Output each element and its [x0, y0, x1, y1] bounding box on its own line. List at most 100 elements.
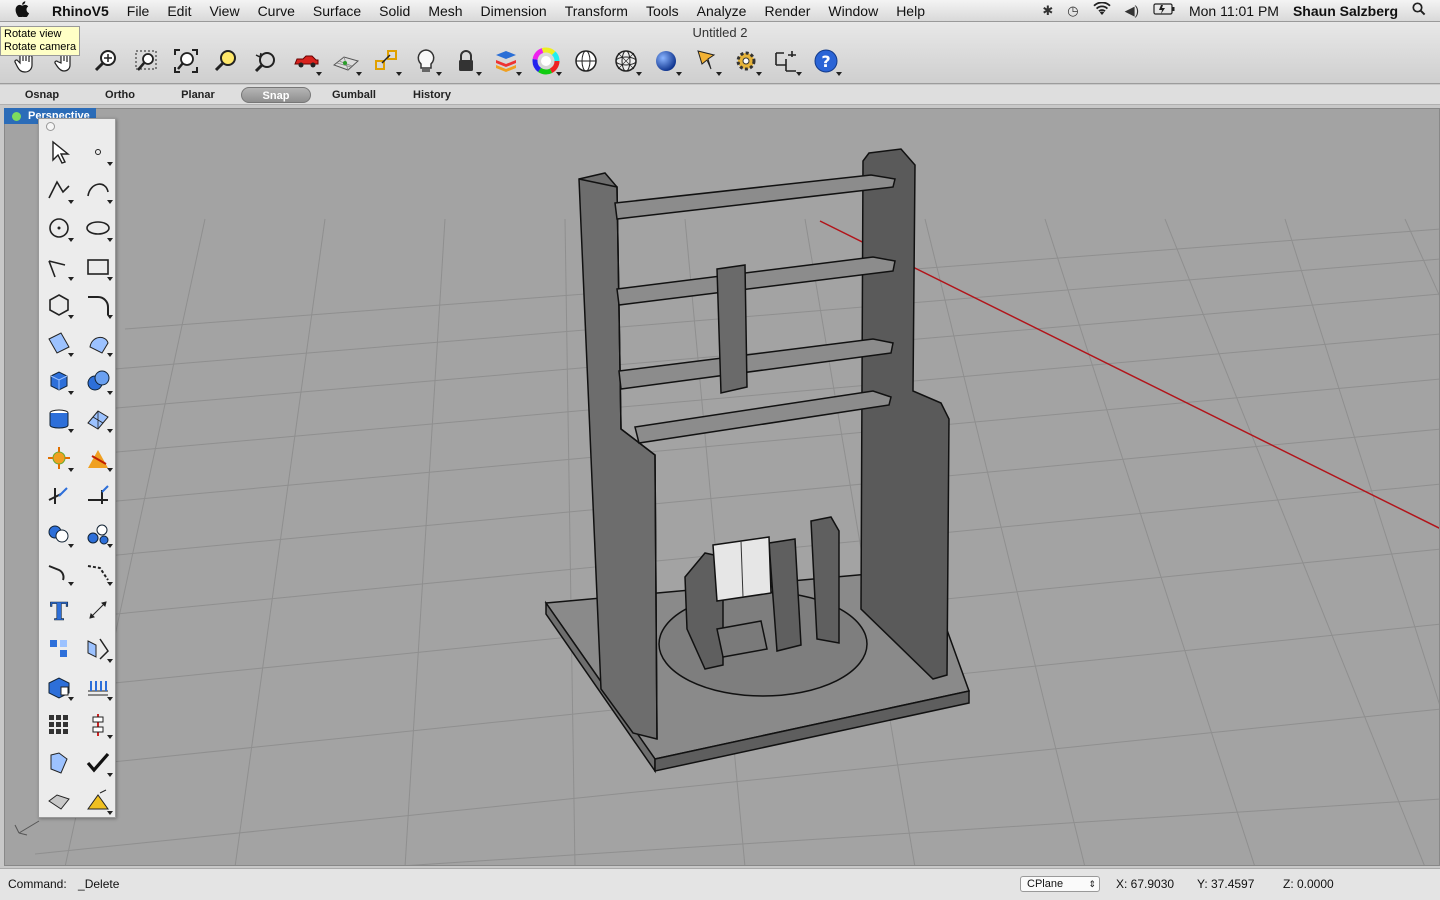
- point-icon[interactable]: [78, 133, 117, 171]
- menu-tools[interactable]: Tools: [637, 0, 688, 22]
- history-toggle[interactable]: History: [402, 87, 462, 103]
- menu-rhinov5[interactable]: RhinoV5: [44, 0, 118, 22]
- fillet-curve-icon[interactable]: [78, 286, 117, 324]
- side-toolbar-row: [39, 400, 117, 438]
- zoom-icon[interactable]: [88, 44, 124, 78]
- contour-icon[interactable]: [78, 668, 117, 706]
- help-icon[interactable]: ?: [808, 44, 844, 78]
- extend-icon[interactable]: [78, 477, 117, 515]
- axis-gizmo: [14, 820, 40, 836]
- wifi-icon[interactable]: [1092, 1, 1111, 19]
- volume-icon[interactable]: ◀): [1125, 3, 1139, 19]
- menu-surface[interactable]: Surface: [304, 0, 370, 22]
- fillet-icon[interactable]: [39, 553, 78, 591]
- solid-union-icon[interactable]: [78, 362, 117, 400]
- menu-render[interactable]: Render: [755, 0, 819, 22]
- group-icon[interactable]: [78, 515, 117, 553]
- menu-solid[interactable]: Solid: [370, 0, 419, 22]
- boolean-icon[interactable]: [39, 515, 78, 553]
- cylinder-icon[interactable]: [39, 400, 78, 438]
- box-icon[interactable]: [39, 362, 78, 400]
- select-icon[interactable]: [39, 133, 78, 171]
- zoom-extents-icon[interactable]: [168, 44, 204, 78]
- explode-icon[interactable]: [39, 439, 78, 477]
- split-icon[interactable]: [78, 439, 117, 477]
- ortho-toggle[interactable]: Ortho: [90, 87, 150, 103]
- menubar-clock[interactable]: Mon 11:01 PM: [1189, 3, 1279, 19]
- check-icon[interactable]: [78, 744, 117, 782]
- layer-icon[interactable]: [488, 44, 524, 78]
- car-icon[interactable]: [288, 44, 324, 78]
- arc-icon[interactable]: [39, 248, 78, 286]
- dimension-icon[interactable]: [768, 44, 804, 78]
- light-icon[interactable]: [408, 44, 444, 78]
- align-icon[interactable]: [78, 706, 117, 744]
- menu-transform[interactable]: Transform: [556, 0, 637, 22]
- polygon-icon[interactable]: [39, 286, 78, 324]
- side-toolbar-row: [39, 553, 117, 591]
- material-icon[interactable]: [78, 782, 117, 820]
- mesh-icon[interactable]: [78, 400, 117, 438]
- osnap-toggle[interactable]: Osnap: [12, 87, 72, 103]
- surface-edit-icon[interactable]: [78, 324, 117, 362]
- solid-box-icon[interactable]: [39, 668, 78, 706]
- chamfer-icon[interactable]: [78, 553, 117, 591]
- menu-edit[interactable]: Edit: [158, 0, 200, 22]
- lock-icon[interactable]: [448, 44, 484, 78]
- rectangle-icon[interactable]: [78, 248, 117, 286]
- menu-help[interactable]: Help: [887, 0, 934, 22]
- command-line[interactable]: Command: _Delete: [8, 877, 119, 891]
- zoom-window-icon[interactable]: [128, 44, 164, 78]
- perspective-viewport[interactable]: [4, 108, 1440, 866]
- polyline-icon[interactable]: [39, 171, 78, 209]
- undo-view-icon[interactable]: [248, 44, 284, 78]
- snap-toggle[interactable]: Snap: [241, 87, 311, 103]
- coord-z: Z: 0.0000: [1283, 877, 1334, 891]
- osnap-icon[interactable]: [368, 44, 404, 78]
- transform-icon[interactable]: [39, 744, 78, 782]
- menubar-user[interactable]: Shaun Salzberg: [1293, 3, 1398, 19]
- wireframe-sphere-icon[interactable]: [568, 44, 604, 78]
- grid-icon[interactable]: [328, 44, 364, 78]
- time-machine-icon[interactable]: ◷: [1067, 3, 1078, 19]
- spotlight-search-icon[interactable]: [1412, 2, 1426, 19]
- tooltip-line-2: Rotate camera: [4, 41, 77, 53]
- menu-file[interactable]: File: [118, 0, 159, 22]
- menu-mesh[interactable]: Mesh: [419, 0, 471, 22]
- color-wheel-icon[interactable]: [528, 44, 564, 78]
- viewport-canvas[interactable]: [5, 109, 1440, 866]
- menu-curve[interactable]: Curve: [249, 0, 304, 22]
- zoom-selected-icon[interactable]: [208, 44, 244, 78]
- shaded-sphere-icon[interactable]: [648, 44, 684, 78]
- 3d-model[interactable]: [544, 148, 970, 774]
- curve-icon[interactable]: [78, 171, 117, 209]
- dimension-line-icon[interactable]: [78, 591, 117, 629]
- planar-toggle[interactable]: Planar: [168, 87, 228, 103]
- apple-icon[interactable]: [0, 0, 44, 21]
- mirror-icon[interactable]: [78, 630, 117, 668]
- ellipse-icon[interactable]: [78, 209, 117, 247]
- cplane-value: CPlane: [1027, 878, 1064, 890]
- cplane-select[interactable]: CPlane ⇕: [1020, 876, 1100, 892]
- grid-array-icon[interactable]: [39, 706, 78, 744]
- menu-view[interactable]: View: [200, 0, 248, 22]
- render-sphere-icon[interactable]: [608, 44, 644, 78]
- gumball-toggle[interactable]: Gumball: [324, 87, 384, 103]
- circle-icon[interactable]: [39, 209, 78, 247]
- bluetooth-icon[interactable]: ✱: [1042, 3, 1053, 19]
- main-toolbar: ?: [8, 44, 844, 78]
- menu-dimension[interactable]: Dimension: [472, 0, 556, 22]
- cursor-icon[interactable]: [688, 44, 724, 78]
- surface-icon[interactable]: [39, 324, 78, 362]
- gear-icon[interactable]: [728, 44, 764, 78]
- trim-icon[interactable]: [39, 477, 78, 515]
- side-toolbar-row: [39, 744, 117, 782]
- palette-close-icon[interactable]: [46, 122, 55, 131]
- menu-window[interactable]: Window: [819, 0, 887, 22]
- array-icon[interactable]: [39, 630, 78, 668]
- window-titlebar: Untitled 2 ?: [0, 22, 1440, 84]
- menu-analyze[interactable]: Analyze: [688, 0, 756, 22]
- render-icon[interactable]: [39, 782, 78, 820]
- text-icon[interactable]: T: [39, 591, 78, 629]
- battery-icon[interactable]: [1153, 3, 1175, 18]
